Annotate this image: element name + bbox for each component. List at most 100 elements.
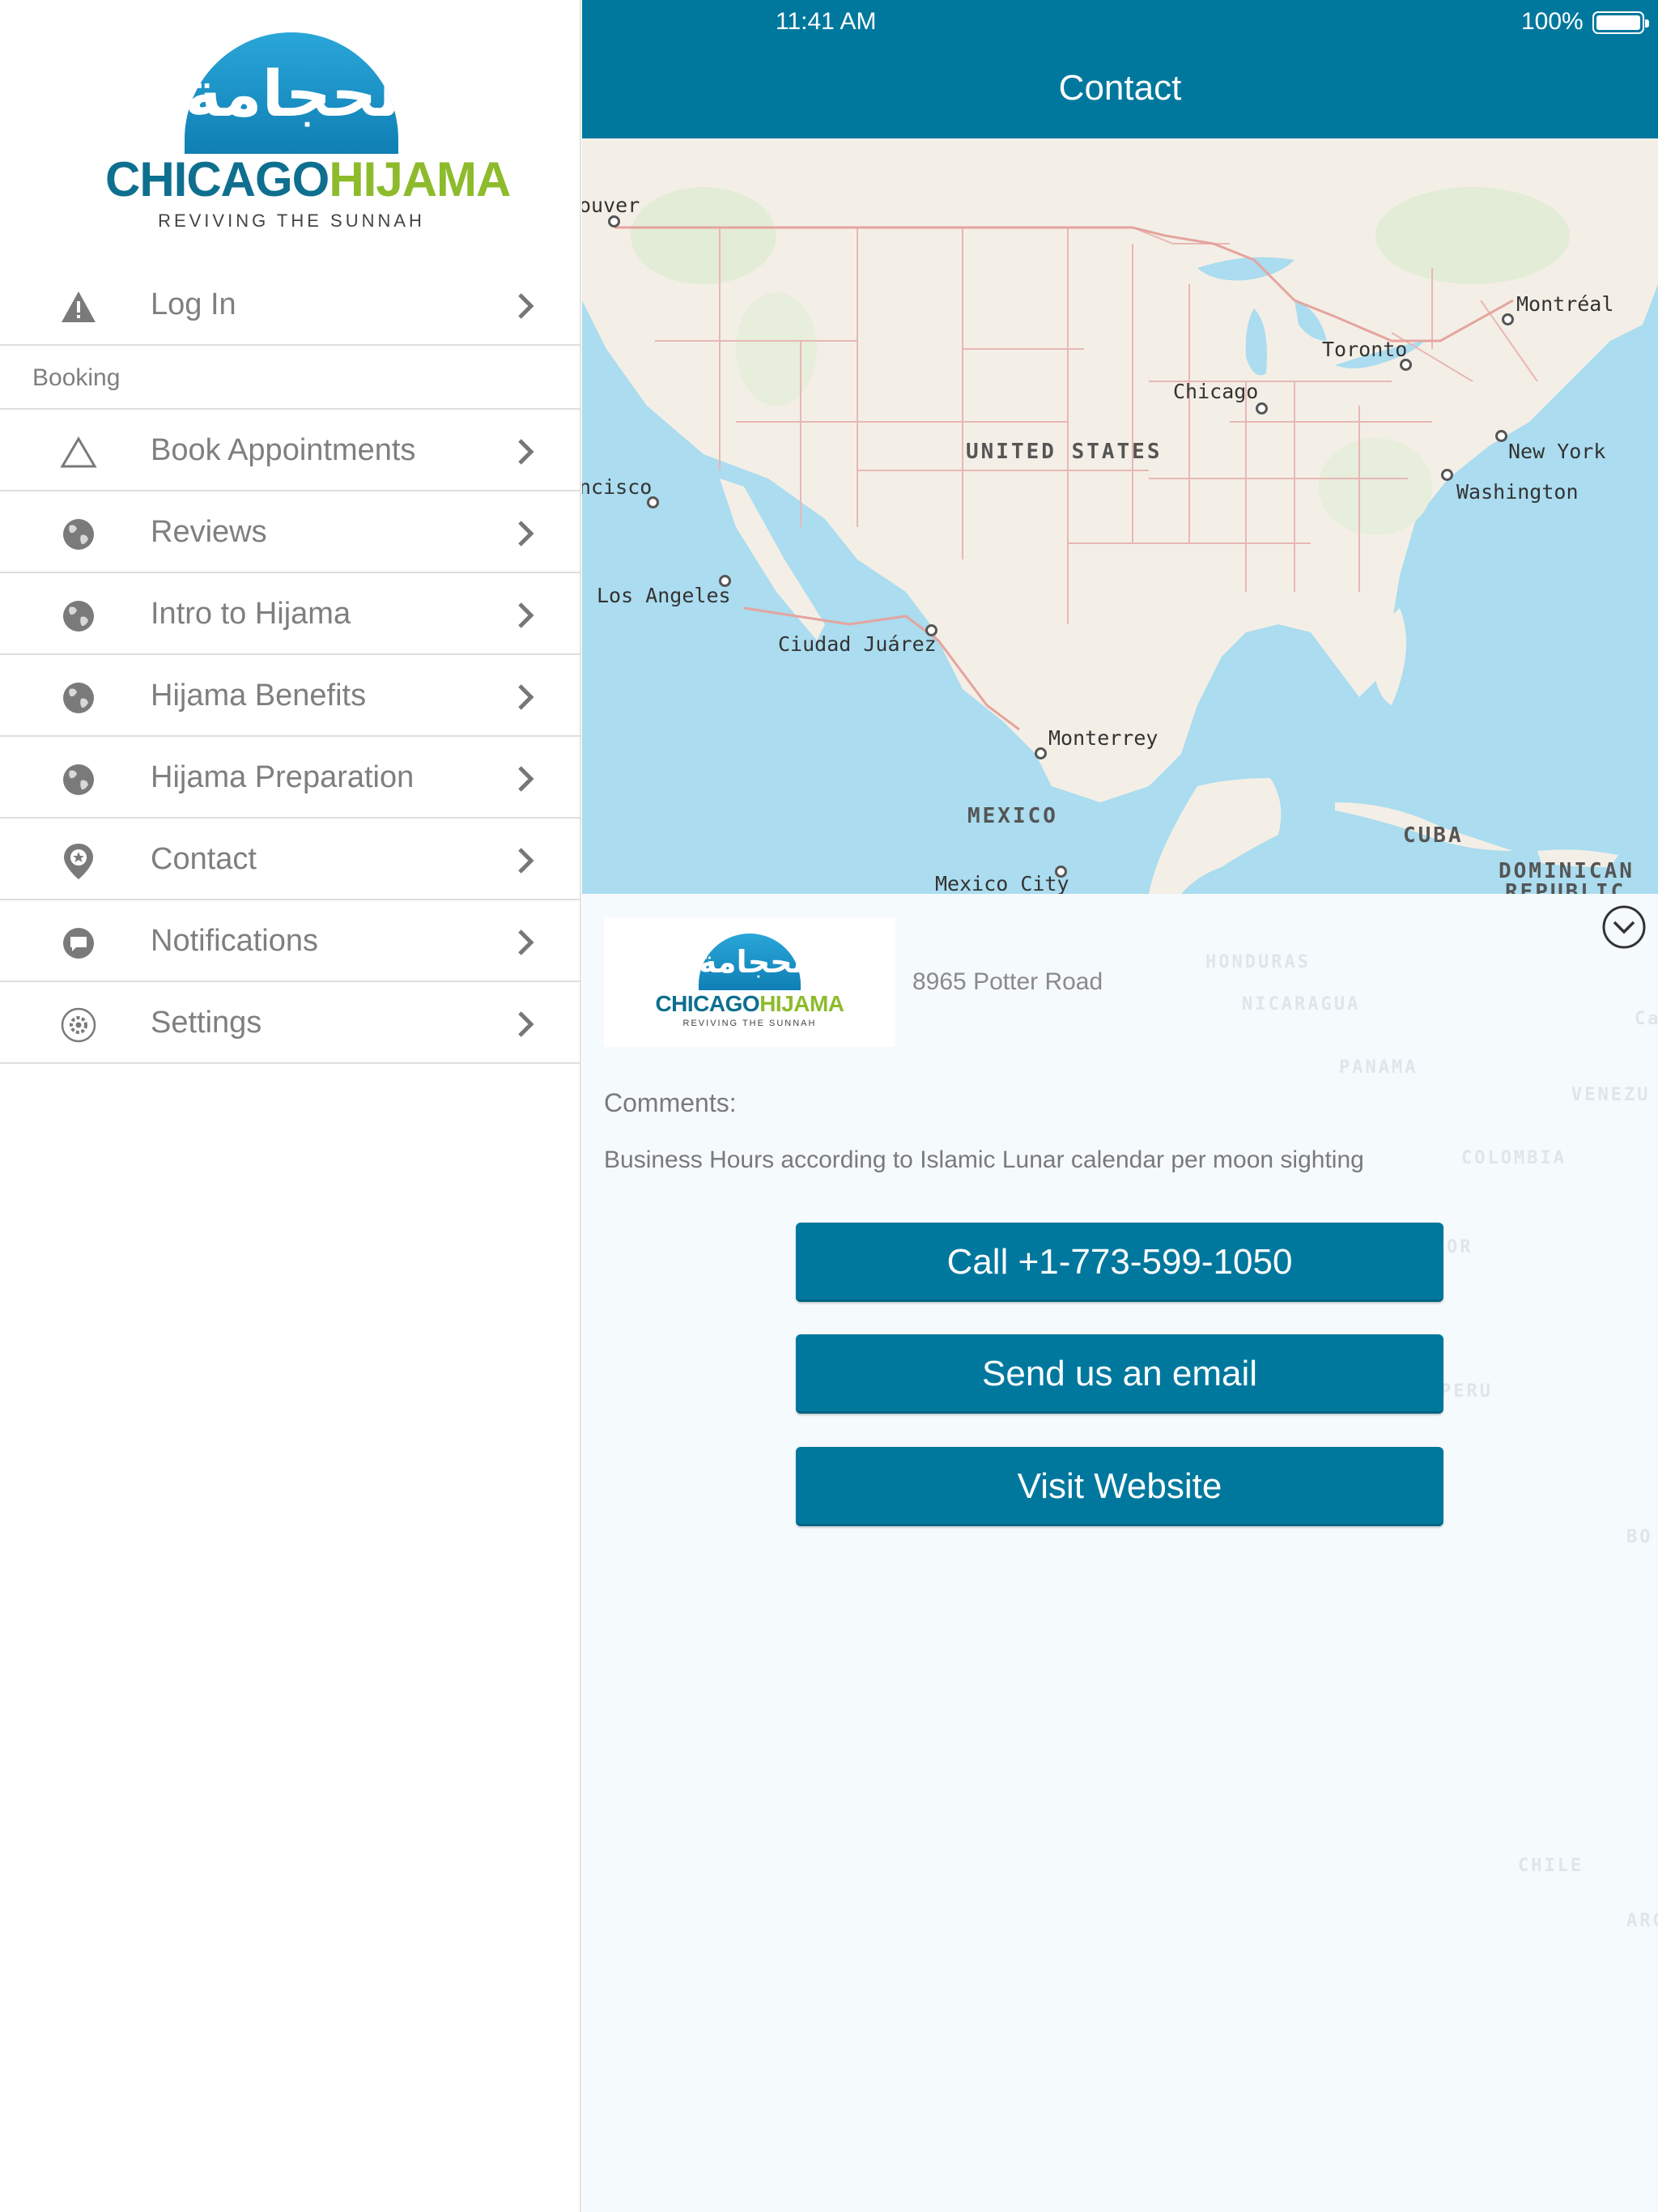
battery-icon: [1592, 11, 1649, 34]
call-button[interactable]: Call +1-773-599-1050: [796, 1223, 1443, 1302]
sidebar: الحجامة CHICAGOHIJAMA REVIVING THE SUNNA…: [0, 0, 581, 2212]
faded-map-label: VENEZU: [1571, 1085, 1651, 1105]
faded-map-label: PANAMA: [1339, 1057, 1418, 1078]
sidebar-item-login[interactable]: Log In: [0, 264, 580, 346]
sidebar-item-label: Reviews: [151, 515, 267, 549]
sidebar-item-label: Book Appointments: [151, 433, 416, 467]
globe-icon: [60, 761, 97, 798]
logo-brand-hijama: HIJAMA: [329, 152, 511, 206]
faded-map-label: PERU: [1440, 1381, 1493, 1402]
chevron-right-icon: [515, 291, 538, 321]
logo-arabic-text: الحجامة: [185, 58, 398, 131]
city-marker[interactable]: [608, 215, 620, 228]
sidebar-item-label: Contact: [151, 842, 257, 876]
section-header-booking: Booking: [0, 347, 580, 410]
city-label-montreal: Montréal: [1516, 292, 1614, 316]
chevron-right-icon: [515, 519, 538, 548]
globe-icon: [60, 598, 97, 635]
logo-dome: الحجامة: [699, 934, 801, 990]
faded-map-label: HONDURAS: [1205, 952, 1311, 972]
globe-icon: [60, 516, 97, 553]
faded-map-label: Ca: [1635, 1009, 1658, 1029]
chicago-hijama-logo: الحجامة CHICAGOHIJAMA REVIVING THE SUNNA…: [105, 32, 511, 239]
city-label-mexico-city: Mexico City: [935, 872, 1069, 894]
sidebar-item-settings[interactable]: Settings: [0, 982, 580, 1064]
country-label-united-states: UNITED STATES: [966, 440, 1163, 464]
sidebar-item-book-appointments[interactable]: Book Appointments: [0, 410, 580, 491]
faded-map-label: OR: [1447, 1237, 1473, 1257]
gear-icon: [60, 1006, 97, 1044]
sidebar-item-hijama-preparation[interactable]: Hijama Preparation: [0, 737, 580, 819]
city-label-washington: Washington: [1456, 480, 1579, 504]
map-land: [582, 138, 1658, 894]
chevron-right-icon: [515, 683, 538, 712]
city-label-san-francisco: ncisco: [582, 475, 653, 499]
sidebar-item-notifications[interactable]: Notifications: [0, 900, 580, 982]
logo-brand-hijama: HIJAMA: [759, 991, 844, 1016]
city-label-toronto: Toronto: [1322, 338, 1408, 361]
city-marker[interactable]: [1502, 313, 1514, 325]
faded-map-label: COLOMBIA: [1461, 1148, 1567, 1168]
chevron-right-icon: [515, 437, 538, 466]
chevron-right-icon: [515, 1010, 538, 1039]
email-button[interactable]: Send us an email: [796, 1334, 1443, 1414]
comments-text: Business Hours according to Islamic Luna…: [604, 1146, 1364, 1173]
page-title: Contact: [1058, 68, 1182, 108]
chevron-right-icon: [515, 846, 538, 875]
status-battery-percent: 100%: [1521, 8, 1584, 35]
status-time: 11:41 AM: [776, 8, 877, 35]
sidebar-item-label: Intro to Hijama: [151, 597, 351, 631]
logo-brand: CHICAGOHIJAMA: [105, 152, 511, 206]
map-view[interactable]: ouver Montréal Toronto Chicago New York …: [582, 138, 1658, 894]
collapse-chevron-icon[interactable]: [1601, 904, 1647, 950]
chevron-right-icon: [515, 764, 538, 793]
city-label-ciudad-juarez: Ciudad Juárez: [778, 632, 937, 656]
city-marker[interactable]: [1441, 469, 1453, 481]
city-marker[interactable]: [1035, 747, 1047, 759]
sidebar-item-reviews[interactable]: Reviews: [0, 491, 580, 573]
chevron-right-icon: [515, 928, 538, 957]
city-label-chicago: Chicago: [1173, 380, 1259, 403]
comments-label: Comments:: [604, 1088, 737, 1117]
sidebar-item-label: Log In: [151, 287, 236, 321]
city-label-vancouver: ouver: [582, 194, 640, 217]
triangle-icon: [60, 434, 97, 471]
country-label-cuba: CUBA: [1403, 823, 1464, 848]
faded-map-label: ARG: [1626, 1911, 1658, 1931]
sidebar-item-contact[interactable]: Contact: [0, 819, 580, 900]
map-pin-icon: [60, 843, 97, 880]
logo-dome: الحجامة: [185, 32, 398, 154]
globe-icon: [60, 679, 97, 717]
chat-bubble-icon: [60, 925, 97, 962]
contact-view: 11:41 AM 100% Contact ouver Montréal Tor…: [582, 0, 1658, 2212]
logo-brand: CHICAGOHIJAMA: [604, 993, 895, 1015]
country-label-mexico: MEXICO: [967, 804, 1058, 828]
city-marker[interactable]: [1495, 430, 1507, 442]
logo-tagline: REVIVING THE SUNNAH: [158, 211, 425, 231]
faded-map-label: BO: [1626, 1527, 1653, 1547]
visit-website-button[interactable]: Visit Website: [796, 1447, 1443, 1526]
sidebar-item-label: Hijama Benefits: [151, 678, 367, 713]
chevron-right-icon: [515, 601, 538, 630]
section-header-label: Booking: [32, 364, 121, 391]
business-address: 8965 Potter Road: [912, 968, 1103, 995]
city-marker[interactable]: [1256, 402, 1268, 415]
city-label-los-angeles: Los Angeles: [597, 584, 731, 607]
navigation-bar: 11:41 AM 100% Contact: [582, 0, 1658, 138]
logo-tagline: REVIVING THE SUNNAH: [682, 1019, 817, 1028]
country-label-republic: REPUBLIC: [1505, 880, 1626, 894]
city-label-new-york: New York: [1508, 440, 1606, 463]
sidebar-item-label: Settings: [151, 1006, 262, 1040]
warning-icon: [60, 288, 97, 325]
business-logo: الحجامة CHICAGOHIJAMA REVIVING THE SUNNA…: [604, 917, 895, 1047]
sidebar-item-label: Hijama Preparation: [151, 760, 414, 794]
logo-arabic-text: الحجامة: [699, 944, 801, 980]
sidebar-item-intro-to-hijama[interactable]: Intro to Hijama: [0, 573, 580, 655]
sidebar-item-label: Notifications: [151, 924, 318, 958]
faded-map-label: CHILE: [1518, 1856, 1584, 1876]
city-label-monterrey: Monterrey: [1048, 726, 1158, 750]
logo-brand-chicago: CHICAGO: [655, 991, 760, 1016]
faded-map-label: NICARAGUA: [1242, 994, 1361, 1015]
logo-brand-chicago: CHICAGO: [105, 152, 329, 206]
sidebar-item-hijama-benefits[interactable]: Hijama Benefits: [0, 655, 580, 737]
